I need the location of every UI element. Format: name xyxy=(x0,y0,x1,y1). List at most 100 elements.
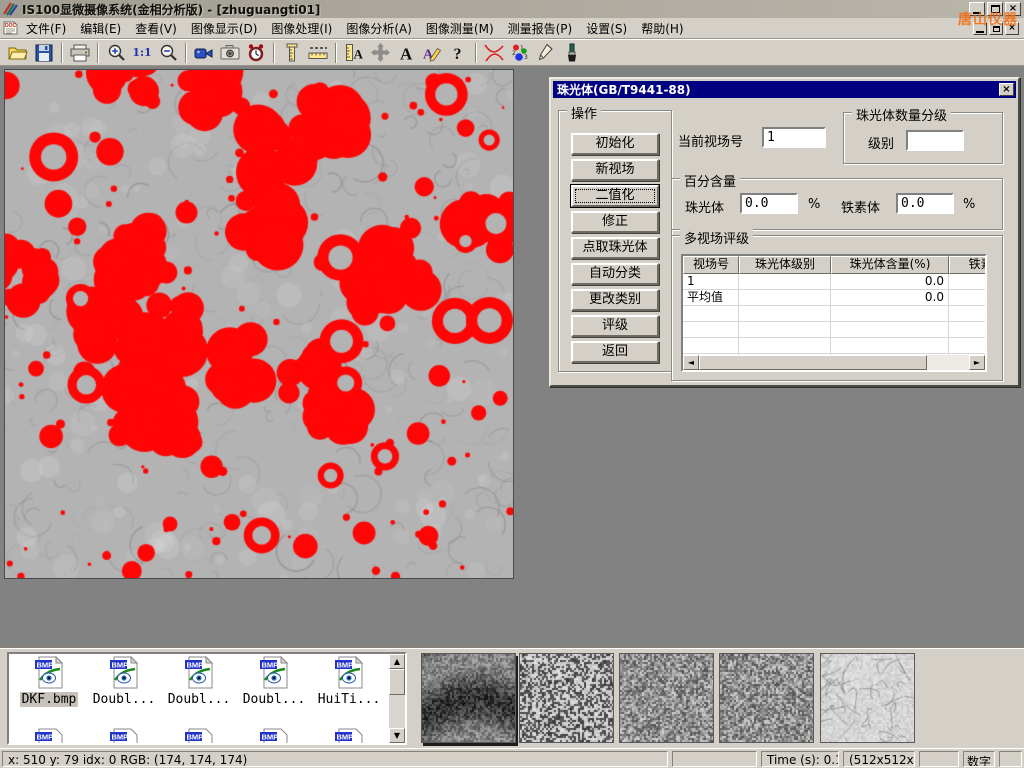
thumbnail-3[interactable] xyxy=(619,653,714,743)
printer-icon xyxy=(70,44,90,62)
camera-capture-button[interactable] xyxy=(217,41,243,65)
micrograph-image[interactable] xyxy=(4,69,514,579)
close-button[interactable]: × xyxy=(1005,2,1021,16)
menu-help[interactable]: 帮助(H) xyxy=(634,17,690,40)
thumbnail-4[interactable] xyxy=(719,653,814,743)
curve-measure-button[interactable] xyxy=(481,41,507,65)
zoom-out-button[interactable] xyxy=(155,41,181,65)
change-class-button[interactable]: 更改类别 xyxy=(571,289,659,311)
file-item[interactable]: BMP HuiTi... xyxy=(312,656,386,707)
file-item[interactable]: BMP xyxy=(162,728,236,745)
horizontal-ruler-button[interactable] xyxy=(305,41,331,65)
initialize-button[interactable]: 初始化 xyxy=(571,133,659,155)
file-item[interactable]: BMP xyxy=(87,728,161,745)
toolbar-separator xyxy=(475,43,477,63)
binarize-button[interactable]: 二值化 xyxy=(571,185,659,207)
svg-text:3: 3 xyxy=(524,54,528,61)
menu-file[interactable]: 文件(F) xyxy=(19,17,73,40)
table-header: 视场号 珠光体级别 珠光体含量(%) 铁素体含量(%) xyxy=(683,256,985,274)
table-row-empty xyxy=(683,322,985,338)
bmp-file-icon: BMP xyxy=(109,656,139,689)
mdi-minimize-button[interactable] xyxy=(973,22,987,35)
thumbnail-1[interactable] xyxy=(421,653,516,743)
file-item[interactable]: BMP xyxy=(312,728,386,745)
new-field-button[interactable]: 新视场 xyxy=(571,159,659,181)
scroll-right-button[interactable]: ► xyxy=(969,355,985,370)
level-input[interactable] xyxy=(906,130,964,151)
bottom-panel: BMP DKF.bmp BMP Doubl... BMP Doubl... BM… xyxy=(0,648,1024,748)
current-view-input[interactable]: 1 xyxy=(762,127,826,148)
ferrite-percent-input[interactable]: 0.0 xyxy=(896,193,954,214)
brush-button[interactable] xyxy=(559,41,585,65)
svg-text:BMP: BMP xyxy=(337,733,354,742)
dialog-title-bar[interactable]: 珠光体(GB/T9441-88) xyxy=(553,81,1016,98)
mdi-close-button[interactable]: × xyxy=(1005,22,1019,35)
menu-image-display[interactable]: 图像显示(D) xyxy=(184,17,265,40)
document-icon[interactable]: DOC xyxy=(3,20,19,36)
menu-image-process[interactable]: 图像处理(I) xyxy=(264,17,339,40)
col-pearlite-content: 珠光体含量(%) xyxy=(831,256,949,274)
menu-edit[interactable]: 编辑(E) xyxy=(73,17,128,40)
pearlite-percent-input[interactable]: 0.0 xyxy=(740,193,798,214)
cell xyxy=(949,290,985,306)
thumbnail-5[interactable] xyxy=(820,653,915,743)
pen-button[interactable] xyxy=(533,41,559,65)
toolbar-separator xyxy=(97,43,99,63)
menu-report[interactable]: 测量报告(P) xyxy=(501,17,580,40)
print-button[interactable] xyxy=(67,41,93,65)
actual-size-button[interactable]: 1:1 xyxy=(129,41,155,65)
dialog-close-button[interactable]: × xyxy=(999,83,1014,96)
text-button[interactable]: A xyxy=(393,41,419,65)
menu-settings[interactable]: 设置(S) xyxy=(579,17,634,40)
file-name: Doubl... xyxy=(241,692,308,707)
scroll-left-button[interactable]: ◄ xyxy=(683,355,699,370)
window-title: IS100显微摄像系统(金相分析版) - [zhuguangti01] xyxy=(22,1,320,18)
scrollbar-thumb[interactable] xyxy=(389,669,405,695)
title-bar: IS100显微摄像系统(金相分析版) - [zhuguangti01] × xyxy=(0,0,1024,18)
status-bar: x: 510 y: 79 idx: 0 RGB: (174, 174, 174)… xyxy=(0,748,1024,768)
file-item[interactable]: BMP Doubl... xyxy=(237,656,311,707)
bmp-file-icon: BMP xyxy=(184,728,214,745)
table-horizontal-scrollbar[interactable]: ◄ ► xyxy=(683,355,985,370)
table-row[interactable]: 1 0.0 xyxy=(683,274,985,290)
file-item[interactable]: BMP Doubl... xyxy=(162,656,236,707)
pan-button[interactable] xyxy=(367,41,393,65)
grade-button[interactable]: 评级 xyxy=(571,315,659,337)
maximize-button[interactable] xyxy=(987,2,1003,16)
pick-pearlite-button[interactable]: 点取珠光体 xyxy=(571,237,659,259)
cell: 0.0 xyxy=(831,274,949,290)
menu-image-analysis[interactable]: 图像分析(A) xyxy=(339,17,419,40)
file-item[interactable]: BMP xyxy=(12,728,86,745)
scrollbar-thumb[interactable] xyxy=(699,355,927,370)
return-button[interactable]: 返回 xyxy=(571,341,659,363)
vertical-ruler-button[interactable] xyxy=(279,41,305,65)
save-button[interactable] xyxy=(31,41,57,65)
file-item[interactable]: BMP Doubl... xyxy=(87,656,161,707)
help-button[interactable]: ? xyxy=(445,41,471,65)
dialog-title: 珠光体(GB/T9441-88) xyxy=(557,81,691,98)
table-row[interactable]: 平均值 0.0 xyxy=(683,290,985,306)
calibration-button[interactable]: A xyxy=(341,41,367,65)
menu-view[interactable]: 查看(V) xyxy=(128,17,184,40)
thumbnail-2[interactable] xyxy=(519,653,614,743)
timer-button[interactable] xyxy=(243,41,269,65)
annotate-button[interactable]: A xyxy=(419,41,445,65)
menu-image-measure[interactable]: 图像测量(M) xyxy=(419,17,501,40)
video-capture-button[interactable] xyxy=(191,41,217,65)
scroll-up-button[interactable]: ▲ xyxy=(389,654,405,669)
minimize-button[interactable] xyxy=(969,2,985,16)
cell: 1 xyxy=(683,274,739,290)
correct-button[interactable]: 修正 xyxy=(571,211,659,233)
open-button[interactable] xyxy=(5,41,31,65)
file-list-scrollbar[interactable]: ▲ ▼ xyxy=(389,654,405,743)
auto-classify-button[interactable]: 自动分类 xyxy=(571,263,659,285)
svg-text:BMP: BMP xyxy=(112,661,129,670)
file-item[interactable]: BMP xyxy=(237,728,311,745)
video-camera-icon xyxy=(194,45,214,61)
mdi-restore-button[interactable] xyxy=(989,22,1003,35)
zoom-in-button[interactable] xyxy=(103,41,129,65)
percent-group: 百分含量 珠光体 0.0 % 铁素体 0.0 % xyxy=(671,178,1003,230)
file-item[interactable]: BMP DKF.bmp xyxy=(12,656,86,707)
scroll-down-button[interactable]: ▼ xyxy=(389,728,405,743)
count-points-button[interactable]: 123 xyxy=(507,41,533,65)
